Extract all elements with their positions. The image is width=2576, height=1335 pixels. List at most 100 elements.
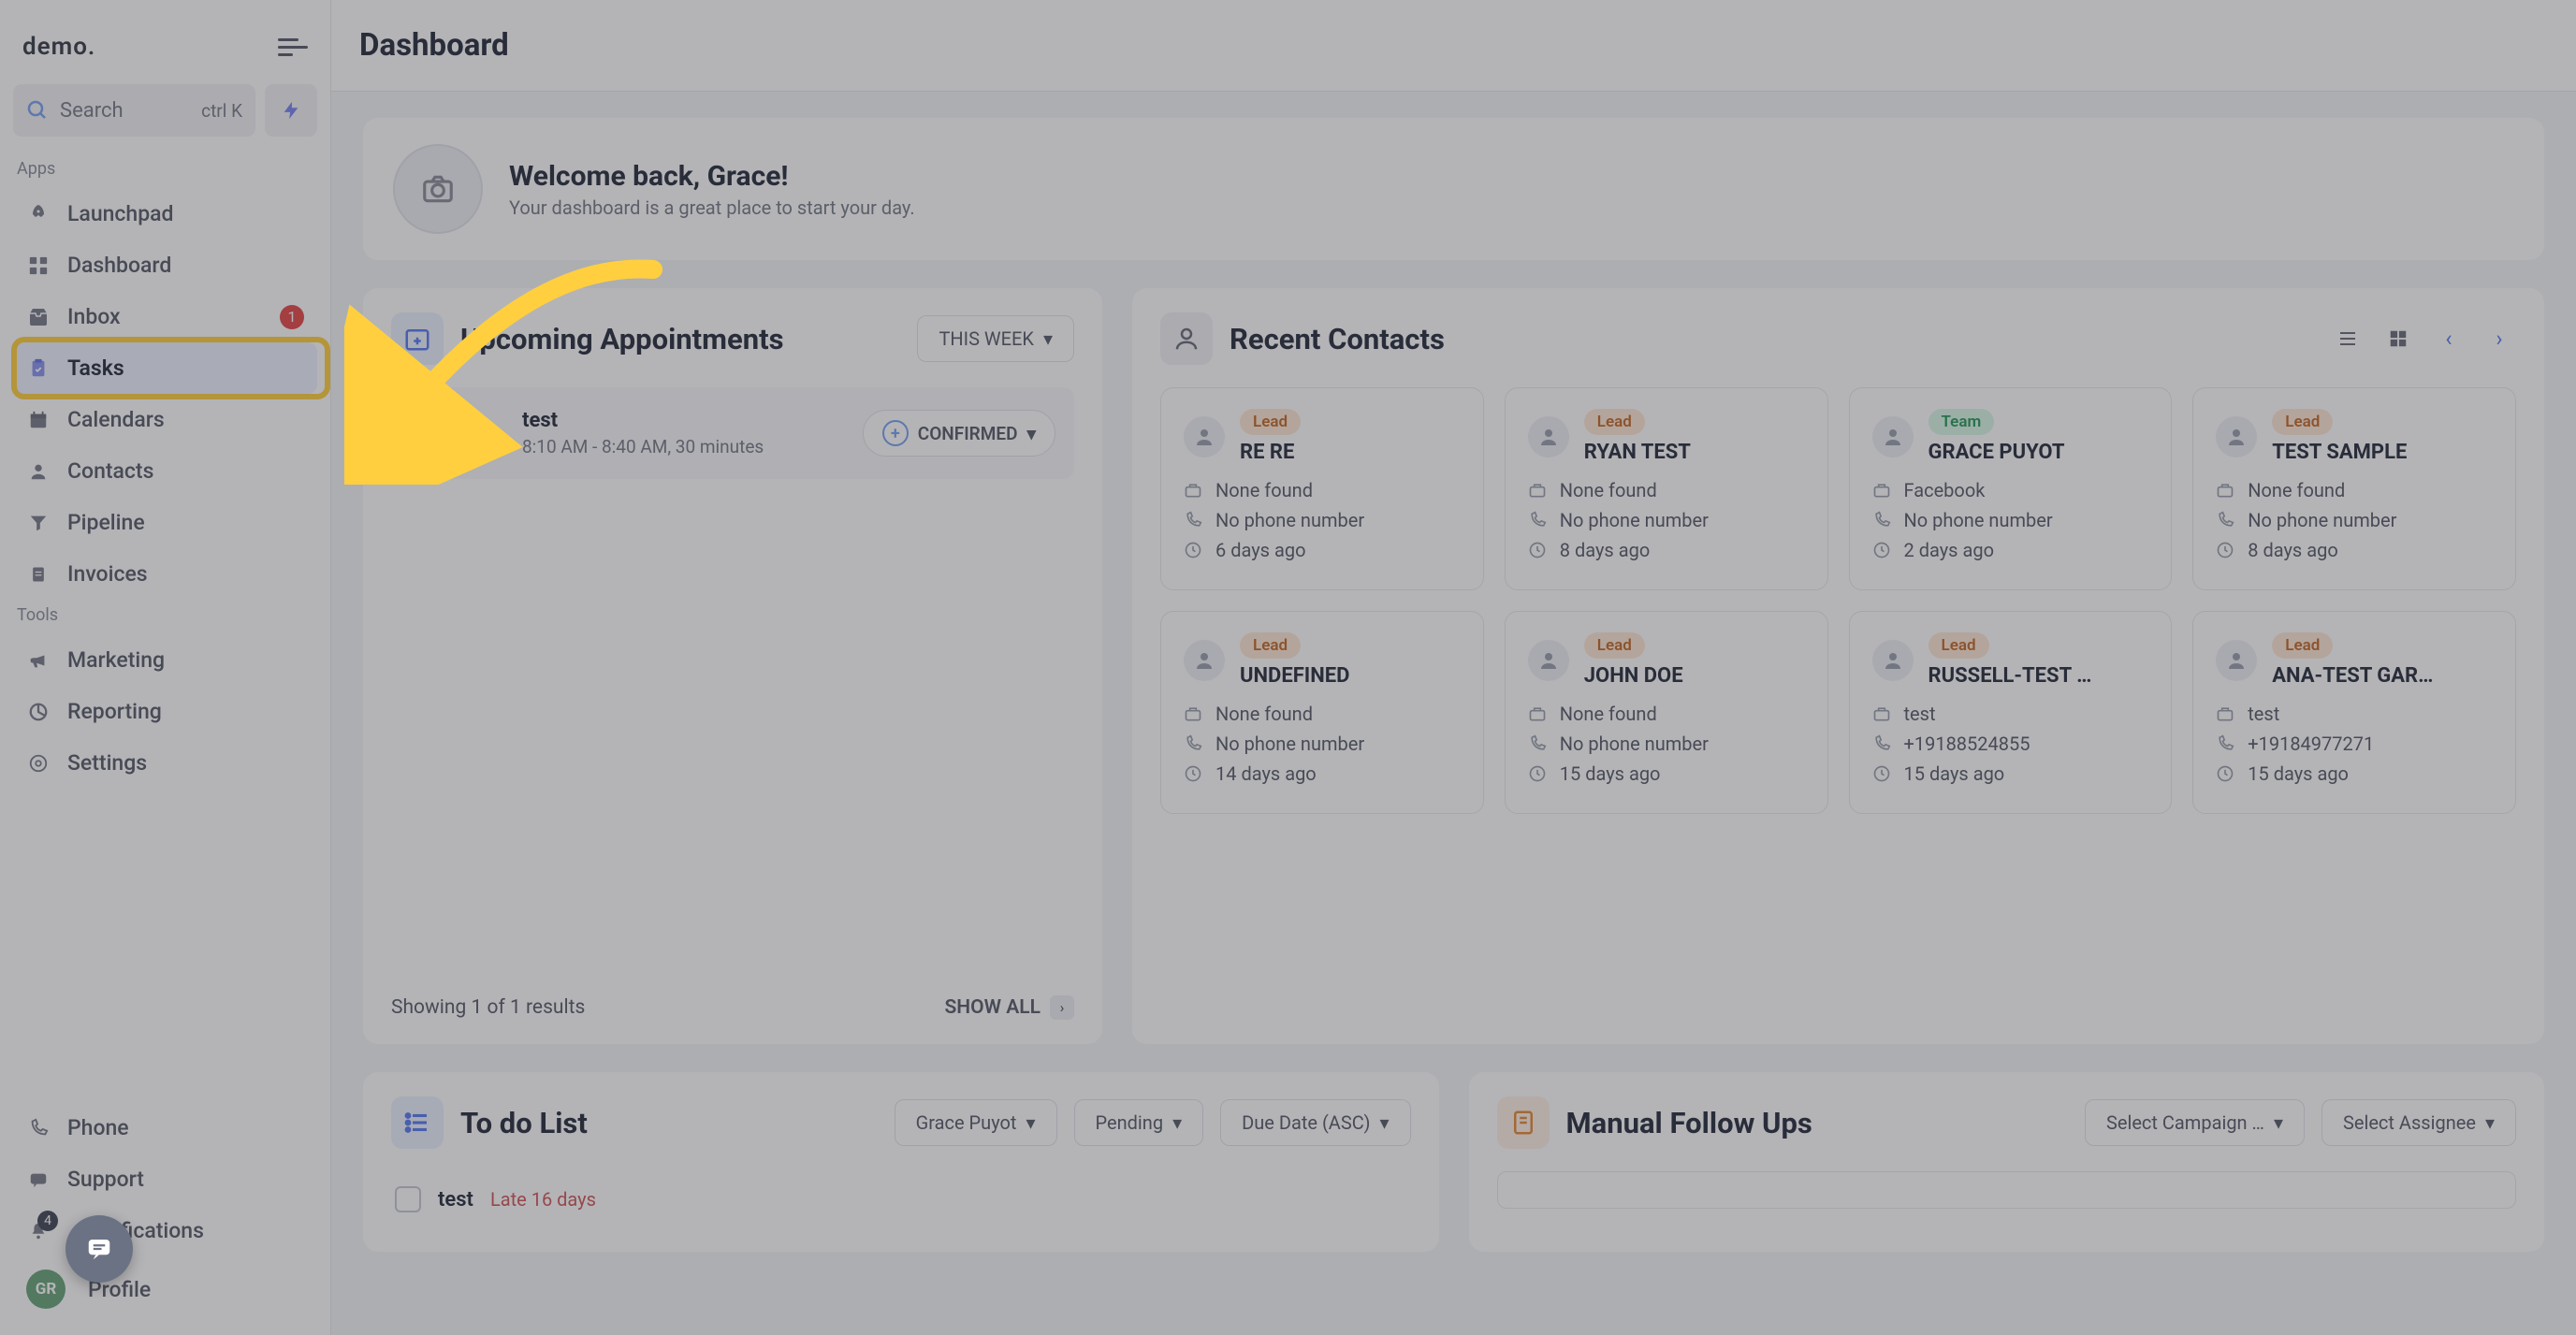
- document-icon: [26, 562, 51, 587]
- clock-icon: [1872, 764, 1893, 783]
- contact-name: RYAN TEST: [1584, 441, 1771, 464]
- camera-icon[interactable]: [393, 144, 483, 234]
- sidebar-item-reporting[interactable]: Reporting: [13, 686, 317, 737]
- panel-todo: To do List Grace Puyot▾ Pending▾ Due Dat…: [363, 1072, 1439, 1252]
- contact-company: None found: [1215, 479, 1313, 501]
- sidebar-item-settings[interactable]: Settings: [13, 737, 317, 789]
- sidebar-item-pipeline[interactable]: Pipeline: [13, 497, 317, 548]
- search-placeholder: Search: [60, 99, 190, 123]
- todo-status-filter[interactable]: Pending▾: [1074, 1099, 1204, 1146]
- panel-title: Manual Follow Ups: [1566, 1106, 2068, 1140]
- contact-card[interactable]: Lead ANA-TEST GAR… test +19184977271 15 …: [2192, 611, 2516, 814]
- chevron-right-icon: ›: [1050, 995, 1074, 1020]
- prev-button[interactable]: ‹: [2432, 322, 2466, 356]
- todo-assignee-filter[interactable]: Grace Puyot▾: [895, 1099, 1057, 1146]
- phone-icon: [1528, 734, 1549, 753]
- sidebar-item-marketing[interactable]: Marketing: [13, 634, 317, 686]
- appointment-title: test: [522, 409, 764, 432]
- sidebar-item-contacts[interactable]: Contacts: [13, 445, 317, 497]
- status-label: CONFIRMED: [918, 423, 1018, 444]
- contact-phone: +19184977271: [2248, 733, 2374, 755]
- search-input[interactable]: Search ctrl K: [13, 84, 255, 137]
- followup-campaign-filter[interactable]: Select Campaign …▾: [2085, 1099, 2305, 1146]
- clipboard-icon: [26, 356, 51, 381]
- phone-icon: [26, 1116, 51, 1140]
- main-content: Dashboard Welcome back, Grace! Your dash…: [331, 0, 2576, 1335]
- sidebar-item-label: Tasks: [67, 356, 304, 381]
- appointment-row[interactable]: WED 17 test 8:10 AM - 8:40 AM, 30 minute…: [391, 387, 1074, 479]
- avatar-icon: [1184, 640, 1225, 681]
- clock-icon: [1872, 541, 1893, 559]
- sidebar-item-launchpad[interactable]: Launchpad: [13, 188, 317, 239]
- welcome-heading: Welcome back, Grace!: [509, 160, 915, 193]
- results-text: Showing 1 of 1 results: [391, 996, 585, 1019]
- todo-sort-filter[interactable]: Due Date (ASC)▾: [1220, 1099, 1410, 1146]
- contact-phone: No phone number: [1560, 509, 1709, 531]
- phone-icon: [1528, 511, 1549, 530]
- avatar-icon: [2216, 640, 2257, 681]
- calendar-icon: [26, 408, 51, 432]
- sidebar-item-profile[interactable]: GR Profile: [13, 1256, 317, 1322]
- contact-name: GRACE PUYOT: [1928, 441, 2116, 464]
- quick-action-button[interactable]: [265, 84, 317, 137]
- grid-icon: [26, 254, 51, 278]
- chevron-down-icon: ▾: [2274, 1111, 2283, 1134]
- briefcase-icon: [1872, 481, 1893, 500]
- appointments-filter-button[interactable]: THIS WEEK ▾: [917, 315, 1074, 362]
- briefcase-icon: [1528, 704, 1549, 723]
- phone-icon: [1872, 511, 1893, 530]
- sidebar-item-label: Reporting: [67, 699, 304, 724]
- clock-icon: [1528, 764, 1549, 783]
- next-button[interactable]: ›: [2482, 322, 2516, 356]
- contact-card[interactable]: Lead TEST SAMPLE None found No phone num…: [2192, 387, 2516, 590]
- panel-recent-contacts: Recent Contacts ‹ › Lead RE RE: [1132, 288, 2544, 1044]
- sidebar-item-tasks[interactable]: Tasks: [13, 342, 317, 394]
- contact-card[interactable]: Lead RE RE None found No phone number 6 …: [1160, 387, 1484, 590]
- briefcase-icon: [1184, 481, 1204, 500]
- megaphone-icon: [26, 648, 51, 673]
- todo-item[interactable]: test Late 16 days: [391, 1171, 1411, 1227]
- sidebar-group-apps: Apps: [13, 153, 317, 188]
- welcome-sub: Your dashboard is a great place to start…: [509, 196, 915, 219]
- todo-title: test: [438, 1188, 473, 1212]
- avatar: GR: [26, 1270, 65, 1309]
- clock-icon: [2216, 764, 2236, 783]
- funnel-icon: [26, 511, 51, 535]
- contact-phone: +19188524855: [1904, 733, 2030, 755]
- grid-view-button[interactable]: [2381, 322, 2415, 356]
- sidebar-item-label: Support: [67, 1167, 304, 1192]
- gear-icon: [26, 751, 51, 776]
- contact-card[interactable]: Lead JOHN DOE None found No phone number…: [1505, 611, 1828, 814]
- sidebar-item-inbox[interactable]: Inbox 1: [13, 291, 317, 342]
- chevron-down-icon: ▾: [1379, 1111, 1389, 1134]
- briefcase-icon: [2216, 704, 2236, 723]
- chevron-down-icon: ▾: [1026, 1111, 1035, 1134]
- contact-card[interactable]: Lead RUSSELL-TEST … test +19188524855 15…: [1849, 611, 2173, 814]
- appointment-status-button[interactable]: + CONFIRMED ▾: [863, 410, 1055, 457]
- chat-widget-button[interactable]: [65, 1215, 133, 1283]
- contact-phone: No phone number: [1560, 733, 1709, 755]
- collapse-sidebar-button[interactable]: [278, 32, 308, 62]
- clock-icon: [2216, 541, 2236, 559]
- list-view-button[interactable]: [2331, 322, 2365, 356]
- sidebar-item-label: Profile: [88, 1277, 304, 1302]
- followup-assignee-filter[interactable]: Select Assignee▾: [2321, 1099, 2516, 1146]
- chat-icon: [26, 1168, 51, 1192]
- phone-icon: [2216, 511, 2236, 530]
- contact-time: 15 days ago: [1904, 762, 2005, 785]
- clock-icon: [1184, 764, 1204, 783]
- contact-card[interactable]: Team GRACE PUYOT Facebook No phone numbe…: [1849, 387, 2173, 590]
- sidebar-item-calendars[interactable]: Calendars: [13, 394, 317, 445]
- sidebar-item-dashboard[interactable]: Dashboard: [13, 239, 317, 291]
- show-all-link[interactable]: SHOW ALL ›: [944, 995, 1074, 1020]
- brand-logo: demo.: [22, 33, 95, 61]
- checkbox[interactable]: [395, 1186, 421, 1212]
- list-icon: [391, 1096, 444, 1149]
- contact-card[interactable]: Lead UNDEFINED None found No phone numbe…: [1160, 611, 1484, 814]
- contact-card[interactable]: Lead RYAN TEST None found No phone numbe…: [1505, 387, 1828, 590]
- sidebar-item-support[interactable]: Support: [13, 1154, 317, 1205]
- sidebar-item-notifications[interactable]: 4 Notifications: [13, 1205, 317, 1256]
- sidebar-item-phone[interactable]: Phone: [13, 1102, 317, 1154]
- avatar-icon: [1528, 416, 1569, 457]
- sidebar-item-invoices[interactable]: Invoices: [13, 548, 317, 600]
